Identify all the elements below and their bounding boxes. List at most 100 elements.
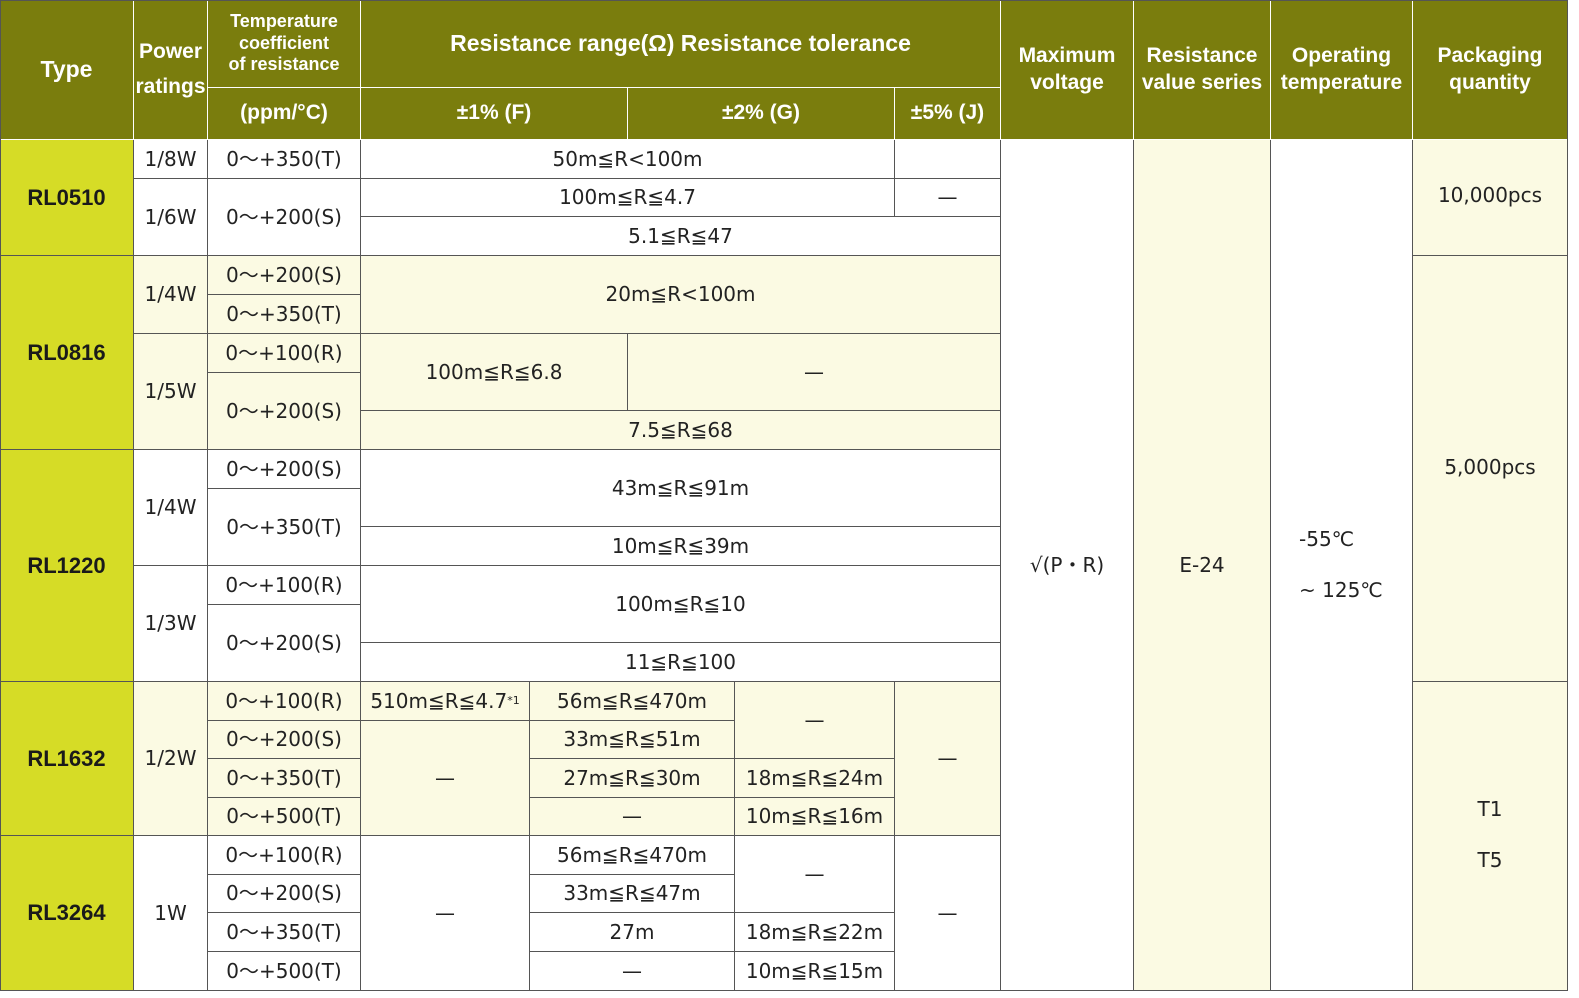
range-dash: —	[895, 836, 1001, 991]
power-cell: 1W	[134, 836, 208, 991]
power-cell: 1/2W	[134, 682, 208, 836]
range-dash: —	[895, 179, 1001, 217]
range-cell: 33m≦R≦47m	[530, 875, 735, 913]
range-cell: 27m≦R≦30m	[530, 759, 735, 798]
tcr-cell: 0～+200(S)	[208, 256, 361, 295]
tcr-cell: 0～+350(T)	[208, 759, 361, 798]
header-series: Resistance value series	[1134, 0, 1271, 140]
packaging-t5: T5	[1477, 848, 1503, 872]
header-tcr-line1: Temperature	[230, 11, 338, 32]
header-pack-line1: Packaging	[1437, 43, 1543, 67]
power-cell: 1/4W	[134, 450, 208, 566]
header-tol-f: ±1% (F)	[361, 88, 628, 140]
tcr-cell: 0～+350(T)	[208, 295, 361, 334]
type-rl3264: RL3264	[0, 836, 134, 991]
spec-table: Type Power ratings Temperature coefficie…	[0, 0, 1568, 991]
packaging-value: T1 T5	[1413, 682, 1568, 991]
range-cell: 7.5≦R≦68	[361, 411, 1001, 450]
header-series-line1: Resistance	[1146, 43, 1258, 67]
range-dash: —	[628, 334, 1001, 411]
packaging-t1: T1	[1477, 797, 1503, 821]
range-cell: 18m≦R≦22m	[735, 913, 895, 952]
tcr-cell: 0～+350(T)	[208, 140, 361, 179]
range-cell: 20m≦R<100m	[361, 256, 1001, 334]
tcr-cell: 0～+200(S)	[208, 450, 361, 489]
range-cell: 10m≦R≦39m	[361, 527, 1001, 566]
power-cell: 1/3W	[134, 566, 208, 682]
resistance-series-value: E-24	[1134, 140, 1271, 991]
range-cell: 100m≦R≦4.7	[361, 179, 895, 217]
power-cell: 1/5W	[134, 334, 208, 450]
tcr-cell: 0～+200(S)	[208, 721, 361, 759]
header-maxv-line1: Maximum	[1018, 43, 1116, 67]
range-cell: 43m≦R≦91m	[361, 450, 1001, 527]
temp-max: ~ 125℃	[1299, 578, 1383, 602]
max-voltage-value: √(P・R)	[1001, 140, 1134, 991]
range-cell: 33m≦R≦51m	[530, 721, 735, 759]
header-tcr-line3: of resistance	[228, 54, 340, 75]
tcr-cell: 0～+200(S)	[208, 875, 361, 913]
tcr-cell: 0～+100(R)	[208, 836, 361, 875]
tcr-cell: 0～+200(S)	[208, 373, 361, 450]
header-tcr-unit: (ppm/°C)	[208, 88, 361, 140]
range-dash: —	[530, 798, 735, 836]
header-tcr-line2: coefficient	[238, 32, 330, 53]
header-power-line2: ratings	[135, 74, 206, 98]
header-optemp-line2: temperature	[1280, 71, 1403, 94]
header-power-line1: Power	[138, 40, 203, 64]
range-dash: —	[361, 721, 530, 836]
range-cell: 100m≦R≦6.8	[361, 334, 628, 411]
range-dash: —	[735, 682, 895, 759]
temp-min: -55℃	[1299, 527, 1355, 551]
range-cell: 10m≦R≦15m	[735, 952, 895, 991]
range-cell: 5.1≦R≦47	[361, 217, 1001, 256]
header-tol-j: ±5% (J)	[895, 88, 1001, 140]
header-series-line2: value series	[1141, 71, 1263, 94]
range-cell: 56m≦R≦470m	[530, 836, 735, 875]
type-rl0816: RL0816	[0, 256, 134, 450]
packaging-value: 10,000pcs	[1413, 140, 1568, 256]
header-pack-line2: quantity	[1449, 71, 1531, 94]
header-tol-g: ±2% (G)	[628, 88, 895, 140]
tcr-cell: 0～+200(S)	[208, 179, 361, 256]
range-cell: 11≦R≦100	[361, 643, 1001, 682]
header-tcr: Temperature coefficient of resistance	[208, 0, 361, 88]
range-cell: 27m	[530, 913, 735, 952]
header-resistance-range: Resistance range(Ω) Resistance tolerance	[361, 0, 1001, 88]
type-rl1632: RL1632	[0, 682, 134, 836]
power-cell: 1/6W	[134, 179, 208, 256]
tcr-cell: 0～+350(T)	[208, 489, 361, 566]
tcr-cell: 0～+100(R)	[208, 682, 361, 721]
header-optemp-line1: Operating	[1291, 43, 1392, 67]
range-cell: 18m≦R≦24m	[735, 759, 895, 798]
range-cell: 10m≦R≦16m	[735, 798, 895, 836]
tcr-cell: 0～+100(R)	[208, 334, 361, 373]
power-cell: 1/8W	[134, 140, 208, 179]
range-dash: —	[361, 836, 530, 991]
header-max-voltage: Maximum voltage	[1001, 0, 1134, 140]
range-cell-empty	[895, 140, 1001, 179]
packaging-value: 5,000pcs	[1413, 256, 1568, 682]
header-operating-temp: Operating temperature	[1271, 0, 1413, 140]
tcr-cell: 0～+100(R)	[208, 566, 361, 605]
range-cell-with-note: 510m≦R≦4.7 *1	[361, 682, 530, 721]
operating-temp-value: -55℃ ~ 125℃	[1271, 140, 1413, 991]
range-cell: 56m≦R≦470m	[530, 682, 735, 721]
range-dash: —	[895, 682, 1001, 836]
tcr-cell: 0～+200(S)	[208, 605, 361, 682]
header-power-ratings: Power ratings	[134, 0, 208, 140]
range-dash: —	[530, 952, 735, 991]
range-value: 510m≦R≦4.7	[370, 688, 508, 713]
tcr-cell: 0～+350(T)	[208, 913, 361, 952]
range-cell: 100m≦R≦10	[361, 566, 1001, 643]
type-rl1220: RL1220	[0, 450, 134, 682]
tcr-cell: 0～+500(T)	[208, 952, 361, 991]
header-packaging: Packaging quantity	[1413, 0, 1568, 140]
tcr-cell: 0～+500(T)	[208, 798, 361, 836]
header-maxv-line2: voltage	[1030, 71, 1104, 94]
power-cell: 1/4W	[134, 256, 208, 334]
header-type: Type	[0, 0, 134, 140]
range-cell: 50m≦R<100m	[361, 140, 895, 179]
type-rl0510: RL0510	[0, 140, 134, 256]
range-dash: —	[735, 836, 895, 913]
